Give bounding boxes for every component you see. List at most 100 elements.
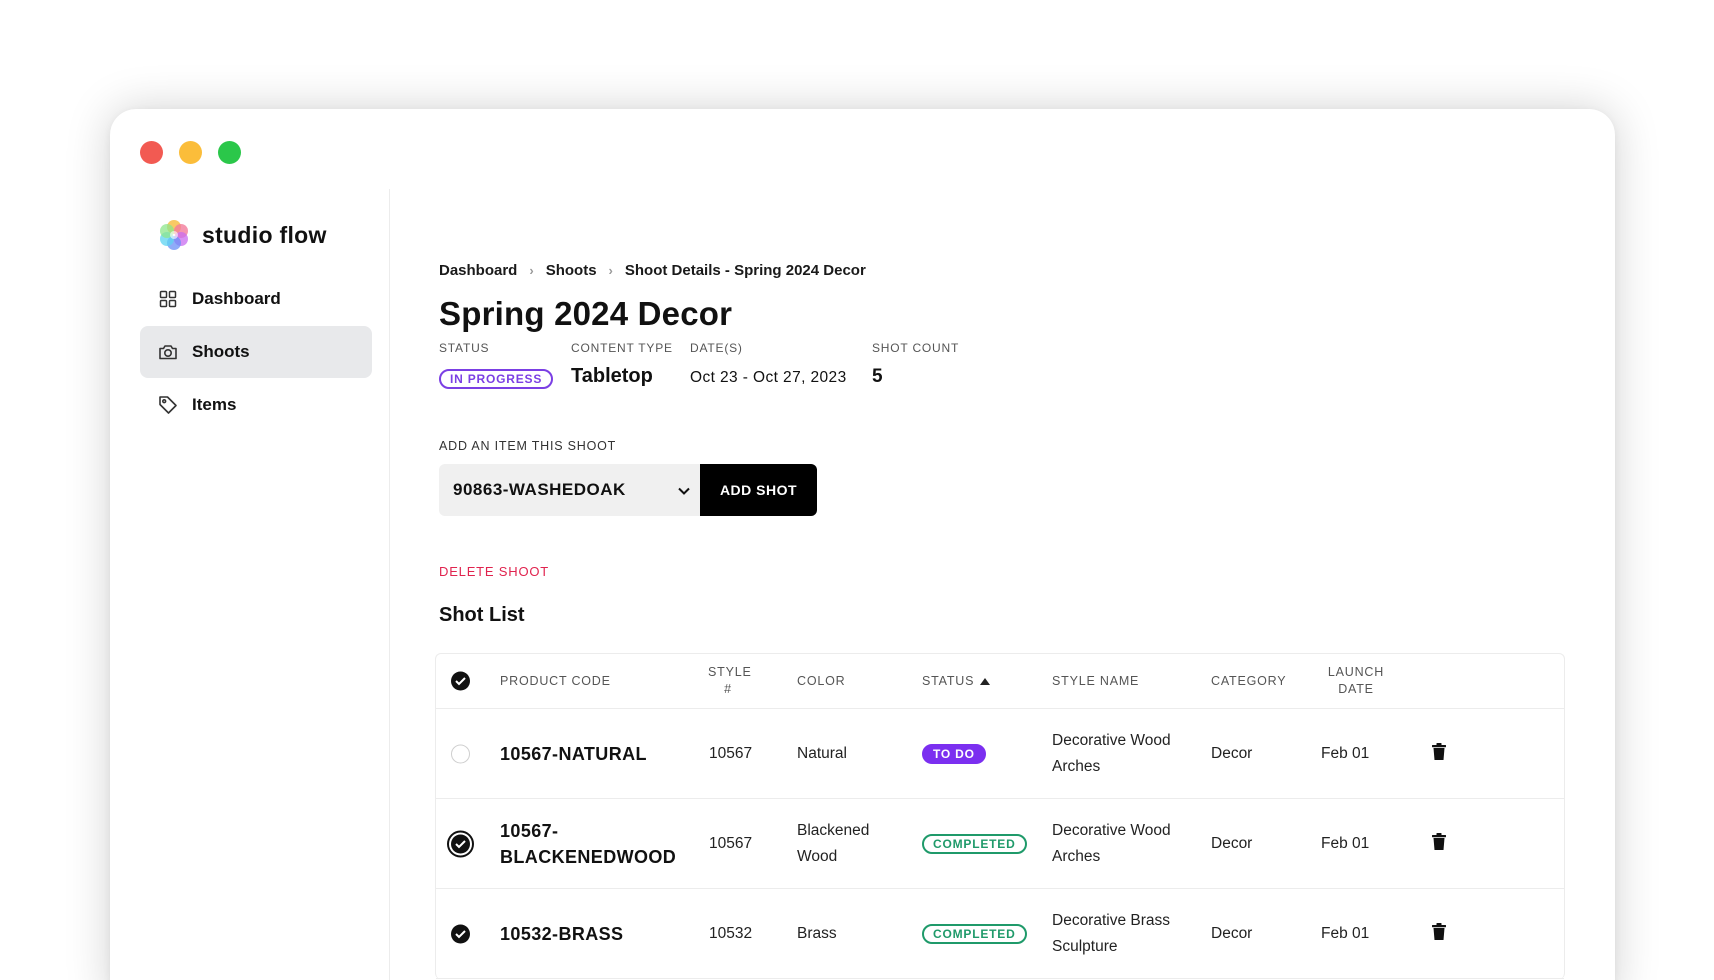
- camera-icon: [158, 342, 178, 362]
- item-select-value: 90863-WASHEDOAK: [453, 480, 626, 499]
- checked-circle-icon: [447, 830, 474, 857]
- status-label: STATUS: [439, 341, 490, 355]
- shot-count-value: 5: [872, 366, 883, 387]
- sidebar-item-shoots[interactable]: Shoots: [140, 326, 372, 378]
- sidebar-item-label: Items: [192, 395, 237, 414]
- dates-label: DATE(S): [690, 341, 743, 355]
- status-badge: IN PROGRESS: [439, 369, 554, 389]
- header-category[interactable]: CATEGORY: [1211, 674, 1286, 688]
- main-content: Dashboard › Shoots › Shoot Details - Spr…: [435, 189, 1615, 980]
- chevron-right-icon: ›: [529, 263, 534, 278]
- color-value: Brass: [797, 924, 837, 942]
- table-row[interactable]: 10567-NATURAL 10567 Natural TO DO Decora…: [436, 709, 1564, 799]
- app-window: studio flow Dashboard Shoots Items Dashb…: [110, 109, 1615, 980]
- breadcrumb: Dashboard › Shoots › Shoot Details - Spr…: [439, 262, 866, 279]
- style-name-line2: Sculpture: [1052, 937, 1118, 955]
- header-style-number[interactable]: STYLE #: [708, 664, 752, 698]
- brand[interactable]: studio flow: [158, 219, 327, 251]
- delete-row-button[interactable]: [1432, 922, 1446, 945]
- content-type-label: CONTENT TYPE: [571, 341, 673, 355]
- select-all-checkbox[interactable]: [451, 671, 470, 691]
- product-code: 10532-BRASS: [500, 921, 623, 947]
- delete-row-button[interactable]: [1432, 832, 1446, 855]
- flower-logo-icon: [158, 219, 190, 251]
- add-shot-button[interactable]: ADD SHOT: [700, 464, 817, 516]
- breadcrumb-dashboard[interactable]: Dashboard: [439, 262, 517, 279]
- header-launch-line1: LAUNCH: [1327, 665, 1385, 679]
- style-name-line1: Decorative Wood: [1052, 821, 1171, 839]
- shot-list-table: PRODUCT CODE STYLE # COLOR STATUS STYLE …: [435, 653, 1565, 979]
- launch-date-value: Feb 01: [1321, 744, 1370, 762]
- product-code-line1: 10532-BRASS: [500, 923, 624, 944]
- header-launch-date[interactable]: LAUNCH DATE: [1321, 664, 1391, 698]
- product-code-line1: 10567-: [500, 820, 559, 841]
- category-value: Decor: [1211, 834, 1253, 852]
- header-status[interactable]: STATUS: [922, 674, 991, 688]
- unchecked-circle-icon: [451, 744, 470, 763]
- grid-icon: [158, 289, 178, 309]
- chevron-down-icon: [678, 480, 690, 500]
- status-badge: COMPLETED: [922, 833, 1027, 854]
- launch-date-value: Feb 01: [1321, 924, 1370, 942]
- product-code-line1: 10567-NATURAL: [500, 743, 647, 764]
- close-window-button[interactable]: [140, 141, 163, 164]
- add-item-row: 90863-WASHEDOAK ADD SHOT: [439, 464, 817, 516]
- status-badge: COMPLETED: [922, 923, 1027, 944]
- trash-icon: [1432, 922, 1446, 940]
- product-code-line2: BLACKENEDWOOD: [500, 846, 677, 867]
- style-name: Decorative Brass Sculpture: [1052, 908, 1170, 960]
- chevron-right-icon: ›: [608, 263, 613, 278]
- status-value: IN PROGRESS: [439, 369, 554, 389]
- header-launch-line2: DATE: [1338, 682, 1374, 696]
- shot-count-label: SHOT COUNT: [872, 341, 960, 355]
- status-badge: TO DO: [922, 743, 986, 764]
- style-name-line1: Decorative Brass: [1052, 911, 1171, 929]
- header-style-line2: #: [724, 682, 732, 696]
- header-status-label: STATUS: [922, 674, 975, 688]
- delete-shoot-link[interactable]: DELETE SHOOT: [439, 564, 549, 579]
- check-icon: [451, 671, 470, 691]
- header-style-name[interactable]: STYLE NAME: [1052, 674, 1139, 688]
- row-checkbox[interactable]: [451, 924, 470, 943]
- sidebar-item-items[interactable]: Items: [140, 379, 372, 431]
- table-header: PRODUCT CODE STYLE # COLOR STATUS STYLE …: [436, 654, 1564, 709]
- product-code: 10567-NATURAL: [500, 741, 647, 767]
- sidebar-item-dashboard[interactable]: Dashboard: [140, 273, 372, 325]
- sidebar-item-label: Dashboard: [192, 289, 281, 308]
- color-line1: Blackened: [797, 821, 870, 839]
- content-type-value: Tabletop: [571, 365, 653, 387]
- shot-list-title: Shot List: [439, 604, 525, 626]
- category-value: Decor: [1211, 924, 1253, 942]
- brand-name: studio flow: [202, 221, 327, 248]
- table-row[interactable]: 10532-BRASS 10532 Brass COMPLETED Decora…: [436, 889, 1564, 979]
- maximize-window-button[interactable]: [218, 141, 241, 164]
- breadcrumb-current: Shoot Details - Spring 2024 Decor: [624, 262, 866, 279]
- status-cell: TO DO: [922, 743, 986, 764]
- trash-icon: [1432, 742, 1446, 760]
- sidebar: studio flow Dashboard Shoots Items: [110, 189, 390, 980]
- launch-date-value: Feb 01: [1321, 834, 1370, 852]
- row-checkbox[interactable]: [447, 830, 474, 857]
- header-style-line1: STYLE: [708, 665, 752, 679]
- style-name-line1: Decorative Wood: [1052, 731, 1171, 749]
- style-number: 10567: [709, 834, 753, 852]
- header-product-code[interactable]: PRODUCT CODE: [500, 674, 611, 688]
- page-title: Spring 2024 Decor: [439, 295, 733, 332]
- minimize-window-button[interactable]: [179, 141, 202, 164]
- table-row[interactable]: 10567- BLACKENEDWOOD 10567 Blackened Woo…: [436, 799, 1564, 889]
- style-name-line2: Arches: [1052, 757, 1101, 775]
- breadcrumb-shoots[interactable]: Shoots: [546, 262, 597, 279]
- color-value: Natural: [797, 744, 847, 762]
- status-cell: COMPLETED: [922, 833, 1027, 854]
- dates-value: Oct 23 - Oct 27, 2023: [690, 369, 847, 386]
- sidebar-item-label: Shoots: [192, 342, 250, 361]
- delete-row-button[interactable]: [1432, 742, 1446, 765]
- sort-ascending-icon: [980, 677, 991, 685]
- item-select[interactable]: 90863-WASHEDOAK: [439, 464, 700, 516]
- header-color[interactable]: COLOR: [797, 674, 845, 688]
- tag-icon: [158, 395, 178, 415]
- color-value: Blackened Wood: [797, 818, 869, 870]
- product-code: 10567- BLACKENEDWOOD: [500, 818, 676, 870]
- row-checkbox[interactable]: [451, 744, 470, 763]
- sidebar-nav: Dashboard Shoots Items: [140, 273, 372, 432]
